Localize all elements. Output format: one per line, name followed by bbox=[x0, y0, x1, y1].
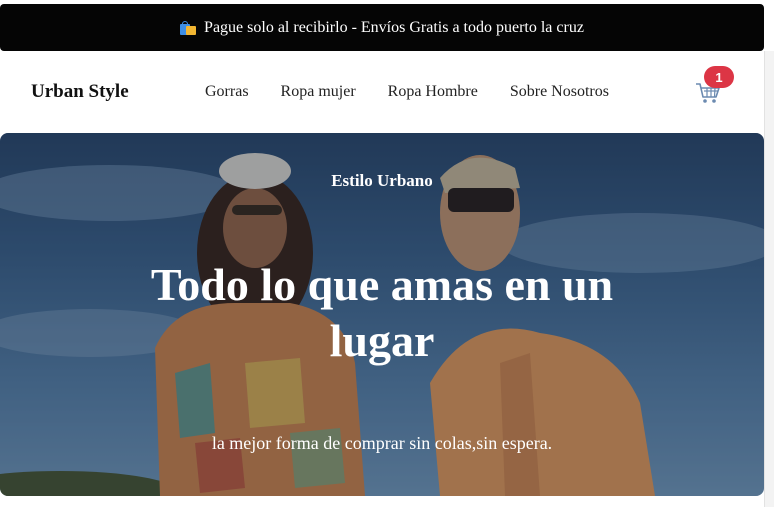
cart-count-badge: 1 bbox=[704, 66, 734, 88]
scrollbar-track[interactable] bbox=[764, 51, 774, 507]
hero-subline: la mejor forma de comprar sin colas,sin … bbox=[211, 433, 553, 453]
navbar: Urban Style Gorras Ropa mujer Ropa Hombr… bbox=[0, 51, 764, 133]
announcement-text: Pague solo al recibirlo - Envíos Gratis … bbox=[204, 18, 584, 36]
hero-headline: Todo lo que amas en un lugar bbox=[150, 259, 614, 366]
nav-link-ropa-mujer[interactable]: Ropa mujer bbox=[281, 83, 356, 101]
hero-eyebrow: Estilo Urbano bbox=[331, 171, 433, 190]
announcement-bar: Pague solo al recibirlo - Envíos Gratis … bbox=[0, 4, 764, 51]
nav-link-sobre-nosotros[interactable]: Sobre Nosotros bbox=[510, 83, 609, 101]
nav-link-gorras[interactable]: Gorras bbox=[205, 83, 249, 101]
shopping-bags-icon bbox=[180, 20, 197, 35]
hero-banner: Estilo Urbano Todo lo que amas en un lug… bbox=[0, 133, 764, 496]
nav-link-ropa-hombre[interactable]: Ropa Hombre bbox=[388, 83, 478, 101]
brand-logo[interactable]: Urban Style bbox=[31, 81, 129, 103]
main-nav: Gorras Ropa mujer Ropa Hombre Sobre Noso… bbox=[205, 83, 609, 101]
